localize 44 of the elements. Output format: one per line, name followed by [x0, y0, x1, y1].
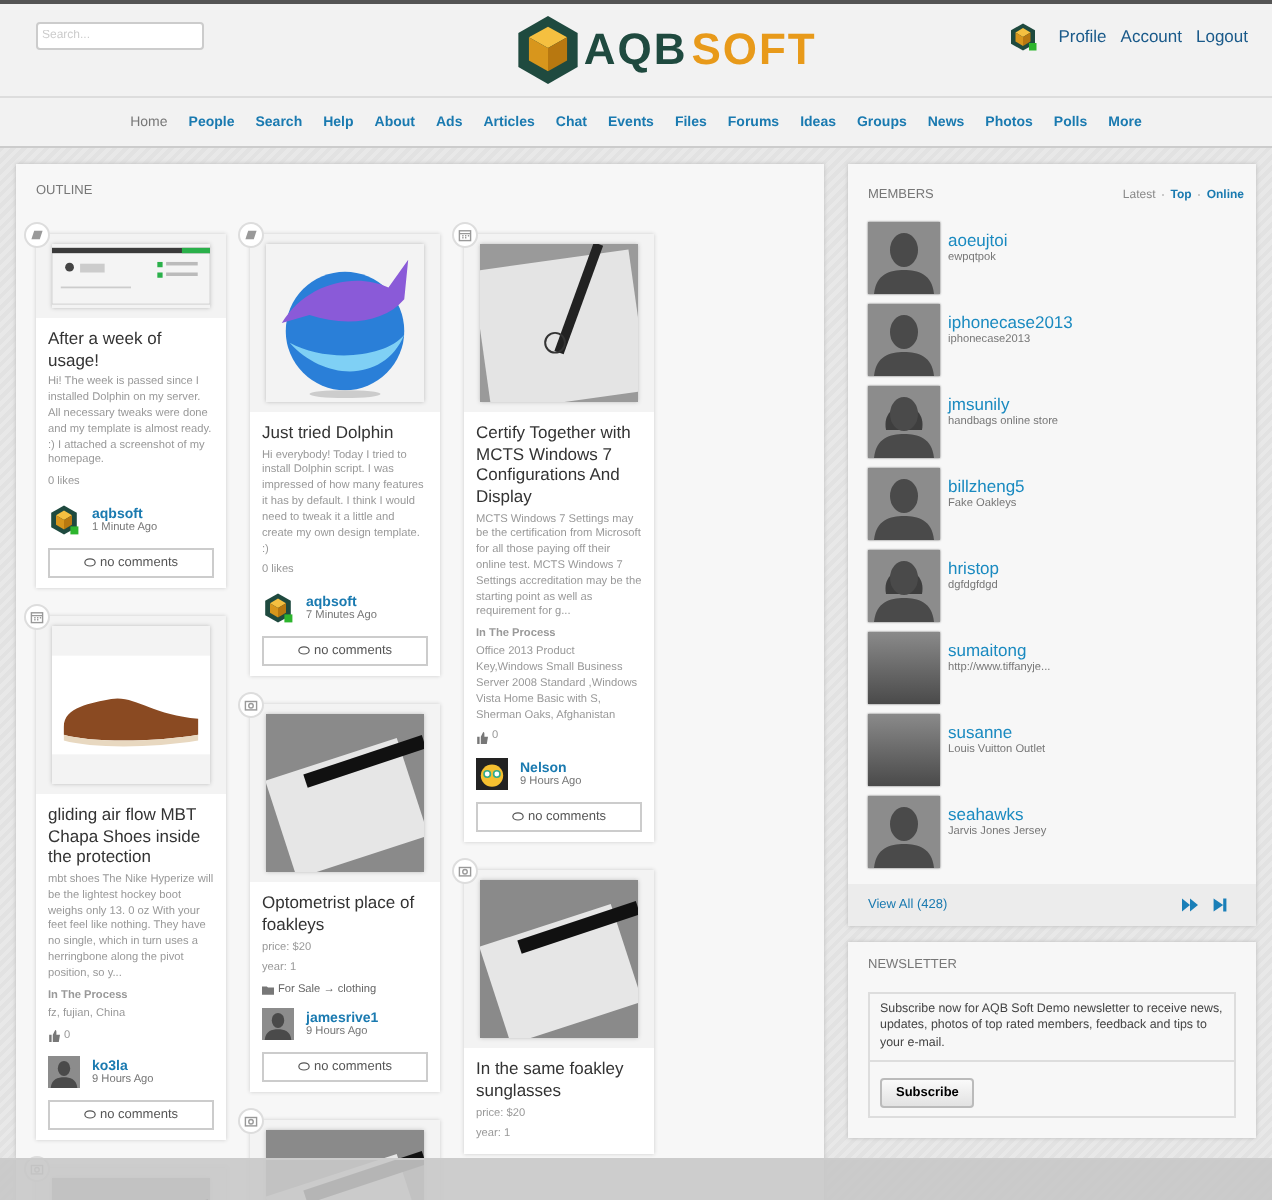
folder-icon	[262, 984, 274, 997]
avatar-silhouette-icon	[868, 386, 940, 458]
avatar-silhouette-icon	[868, 550, 940, 622]
speech-bubble-icon	[297, 646, 310, 657]
skip-to-end-icon[interactable]	[1212, 898, 1228, 912]
cube-logo-icon	[515, 14, 580, 86]
speech-bubble-icon	[511, 812, 524, 823]
photo-placeholder	[868, 632, 940, 704]
user-menu-link[interactable]: Profile	[1058, 26, 1107, 46]
avatar-silhouette-icon	[868, 796, 940, 868]
cartoon-avatar-icon	[476, 758, 508, 791]
logo-text: SOFT	[691, 24, 817, 76]
thumbs-up-icon	[48, 1030, 60, 1043]
member-name-link[interactable]: billzheng5	[948, 476, 1025, 496]
post-title[interactable]: Certify Together with MCTS Windows 7 Configurations And Display	[476, 422, 642, 507]
member-name-link[interactable]: iphonecase2013	[948, 312, 1073, 332]
user-menu-link[interactable]: Logout	[1196, 26, 1248, 46]
post-title[interactable]: Optometrist place of foakleys	[262, 892, 428, 935]
cube-avatar-icon	[262, 592, 294, 625]
logo-text: AQB	[583, 24, 688, 76]
post-title[interactable]: gliding air flow MBT Chapa Shoes inside the protection	[48, 804, 214, 868]
member-name-link[interactable]: hristop	[948, 558, 1000, 578]
avatar-silhouette-icon	[48, 1056, 80, 1089]
avatar-silhouette-icon	[262, 1008, 294, 1041]
speech-bubble-icon	[83, 558, 96, 569]
speech-bubble-icon	[83, 1110, 96, 1121]
avatar-silhouette-icon	[868, 304, 940, 376]
cube-avatar-icon	[48, 504, 80, 537]
avatar-silhouette-icon	[868, 468, 940, 540]
post-title[interactable]: Just tried Dolphin	[262, 422, 428, 444]
photo-placeholder	[868, 714, 940, 786]
thumbs-up-icon	[476, 732, 488, 745]
member-name-link[interactable]: sumaitong	[948, 640, 1051, 660]
speech-bubble-icon	[297, 1062, 310, 1073]
user-menu-link[interactable]: Account	[1120, 26, 1182, 46]
post-title[interactable]: In the same foakley sunglasses	[476, 1058, 642, 1102]
post-title[interactable]: After a week of usage!	[48, 328, 214, 371]
member-name-link[interactable]: jmsunily	[948, 394, 1059, 414]
member-name-link[interactable]: susanne	[948, 722, 1046, 742]
cube-avatar-icon	[1008, 21, 1039, 51]
member-name-link[interactable]: seahawks	[948, 804, 1047, 824]
member-name-link[interactable]: aoeujtoi	[948, 230, 1008, 250]
fast-forward-icon[interactable]	[1182, 898, 1198, 912]
avatar-silhouette-icon	[868, 222, 940, 294]
